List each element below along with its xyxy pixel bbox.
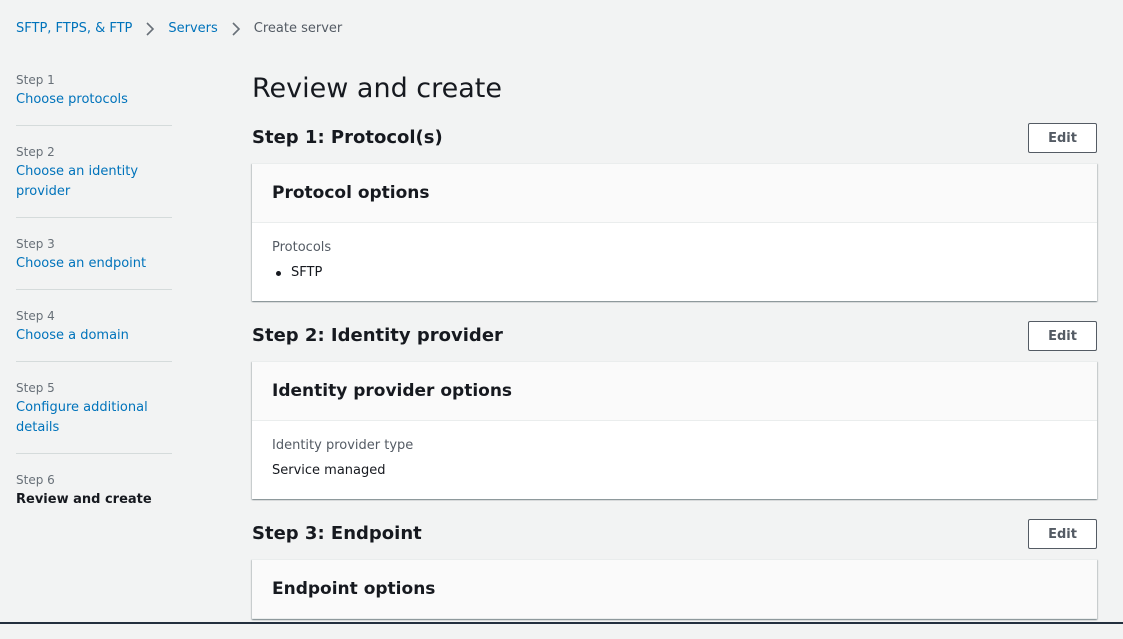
protocol-options-panel: Protocol options Protocols SFTP [252,163,1097,301]
endpoint-options-panel: Endpoint options [252,559,1097,619]
panel-body: Identity provider type Service managed [252,421,1097,499]
wizard-step-2: Step 2 Choose an identity provider [16,140,172,218]
step-number: Step 4 [16,308,172,324]
main-content: Review and create Step 1: Protocol(s) Ed… [252,70,1097,639]
section-header-identity-provider: Step 2: Identity provider Edit [252,321,1097,351]
panel-header: Protocol options [252,164,1097,223]
chevron-right-icon [144,22,156,36]
list-item: SFTP [272,265,1077,281]
step-link-choose-protocols[interactable]: Choose protocols [16,90,172,110]
wizard-step-5: Step 5 Configure additional details [16,376,172,454]
step-link-choose-identity-provider[interactable]: Choose an identity provider [16,162,172,202]
step-current-review-and-create: Review and create [16,490,172,510]
page-title: Review and create [252,70,1097,108]
step-number: Step 1 [16,72,172,88]
step-link-configure-details[interactable]: Configure additional details [16,398,172,438]
section-title: Step 2: Identity provider [252,324,503,348]
step-number: Step 5 [16,380,172,396]
bullet-icon [276,271,281,276]
panel-header: Identity provider options [252,362,1097,421]
identity-provider-options-panel: Identity provider options Identity provi… [252,361,1097,499]
panel-body: Protocols SFTP [252,223,1097,301]
identity-provider-type-label: Identity provider type [272,438,1077,454]
breadcrumb-servers[interactable]: Servers [168,20,217,38]
edit-endpoint-button[interactable]: Edit [1028,519,1097,549]
wizard-step-1: Step 1 Choose protocols [16,68,172,126]
edit-protocols-button[interactable]: Edit [1028,123,1097,153]
section-title: Step 1: Protocol(s) [252,126,443,150]
step-number: Step 2 [16,144,172,160]
step-link-choose-endpoint[interactable]: Choose an endpoint [16,254,172,274]
step-number: Step 3 [16,236,172,252]
panel-title: Protocol options [272,183,430,203]
breadcrumb-sftp[interactable]: SFTP, FTPS, & FTP [16,20,132,38]
panel-title: Endpoint options [272,579,435,599]
breadcrumb: SFTP, FTPS, & FTP Servers Create server [16,20,342,38]
section-header-endpoint: Step 3: Endpoint Edit [252,519,1097,549]
wizard-step-6: Step 6 Review and create [16,468,172,525]
protocols-label: Protocols [272,240,1077,256]
chevron-right-icon [230,22,242,36]
edit-identity-provider-button[interactable]: Edit [1028,321,1097,351]
panel-header: Endpoint options [252,560,1097,619]
section-title: Step 3: Endpoint [252,522,422,546]
section-header-protocols: Step 1: Protocol(s) Edit [252,123,1097,153]
identity-provider-type-value: Service managed [272,463,1077,479]
wizard-step-3: Step 3 Choose an endpoint [16,232,172,290]
panel-title: Identity provider options [272,381,512,401]
breadcrumb-create-server: Create server [254,20,342,38]
step-link-choose-domain[interactable]: Choose a domain [16,326,172,346]
wizard-steps-nav: Step 1 Choose protocols Step 2 Choose an… [16,68,172,539]
protocols-list: SFTP [272,265,1077,281]
step-number: Step 6 [16,472,172,488]
wizard-step-4: Step 4 Choose a domain [16,304,172,362]
protocol-value: SFTP [291,265,322,281]
